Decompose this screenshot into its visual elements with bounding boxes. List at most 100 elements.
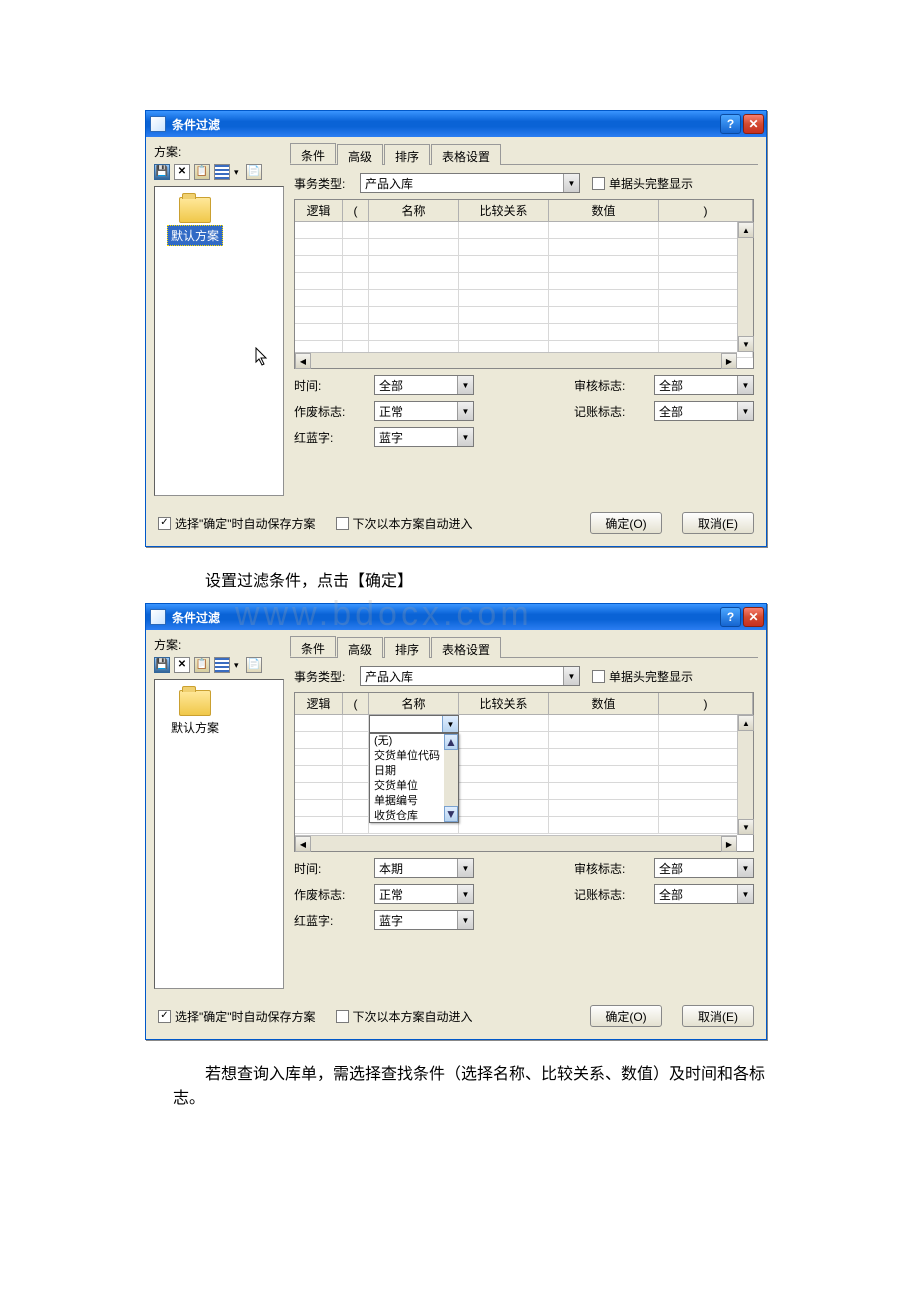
tx-type-combo[interactable]: 产品入库 ▼	[360, 173, 580, 193]
chevron-down-icon[interactable]: ▼	[457, 911, 473, 929]
tab-conditions[interactable]: 条件	[290, 636, 336, 657]
autosave-checkbox[interactable]: ✓	[158, 517, 171, 530]
redblue-combo[interactable]: 蓝字▼	[374, 910, 474, 930]
invalid-combo[interactable]: 正常▼	[374, 401, 474, 421]
help-button[interactable]: ?	[720, 607, 741, 627]
scheme-item-default[interactable]: 默认方案	[165, 197, 225, 246]
col-compare[interactable]: 比较关系	[459, 200, 549, 221]
redblue-combo[interactable]: 蓝字▼	[374, 427, 474, 447]
properties-icon[interactable]: 📄	[246, 164, 262, 180]
full-header-checkbox[interactable]	[592, 177, 605, 190]
audit-combo[interactable]: 全部▼	[654, 375, 754, 395]
close-button[interactable]: ✕	[743, 114, 764, 134]
tab-sort[interactable]: 排序	[384, 637, 430, 658]
col-value[interactable]: 数值	[549, 200, 659, 221]
full-header-checkbox[interactable]	[592, 670, 605, 683]
ok-button[interactable]: 确定(O)	[590, 512, 662, 534]
scheme-list[interactable]: 默认方案	[154, 679, 284, 989]
tx-type-combo[interactable]: 产品入库 ▼	[360, 666, 580, 686]
scroll-down-icon[interactable]: ▼	[444, 806, 458, 822]
dd-item[interactable]: 交货单位代码	[370, 749, 444, 764]
post-combo[interactable]: 全部▼	[654, 401, 754, 421]
grid-rows[interactable]	[295, 222, 753, 368]
scheme-list[interactable]: 默认方案	[154, 186, 284, 496]
chevron-down-icon[interactable]: ▼	[442, 716, 458, 732]
chevron-down-icon[interactable]: ▼	[563, 174, 579, 192]
time-combo[interactable]: 本期▼	[374, 858, 474, 878]
invalid-combo[interactable]: 正常▼	[374, 884, 474, 904]
grid-icon[interactable]	[214, 657, 230, 673]
help-button[interactable]: ?	[720, 114, 741, 134]
col-name[interactable]: 名称	[369, 693, 459, 714]
chevron-down-icon[interactable]: ▼	[457, 428, 473, 446]
dd-item[interactable]: 单据编号	[370, 794, 444, 809]
chevron-down-icon[interactable]: ▼	[737, 885, 753, 903]
dropdown-arrow-icon[interactable]: ▾	[234, 167, 242, 178]
chevron-down-icon[interactable]: ▼	[457, 376, 473, 394]
cancel-button[interactable]: 取消(E)	[682, 512, 754, 534]
scroll-up-icon[interactable]: ▲	[738, 222, 754, 238]
grid-hscroll[interactable]: ◀ ▶	[295, 352, 737, 368]
col-logic[interactable]: 逻辑	[295, 693, 343, 714]
delete-icon[interactable]: ✕	[174, 164, 190, 180]
titlebar[interactable]: 条件过滤 ? ✕	[146, 111, 766, 137]
scroll-right-icon[interactable]: ▶	[721, 836, 737, 852]
chevron-down-icon[interactable]: ▼	[563, 667, 579, 685]
tab-advanced[interactable]: 高级	[337, 637, 383, 658]
col-compare[interactable]: 比较关系	[459, 693, 549, 714]
save-icon[interactable]: 💾	[154, 657, 170, 673]
scroll-left-icon[interactable]: ◀	[295, 836, 311, 852]
post-combo[interactable]: 全部▼	[654, 884, 754, 904]
col-lparen[interactable]: (	[343, 693, 369, 714]
delete-icon[interactable]: ✕	[174, 657, 190, 673]
scheme-item-default[interactable]: 默认方案	[165, 690, 225, 737]
chevron-down-icon[interactable]: ▼	[737, 859, 753, 877]
tab-conditions[interactable]: 条件	[290, 143, 336, 164]
scroll-right-icon[interactable]: ▶	[721, 353, 737, 369]
grid-rows[interactable]: ▼ (无) 交货单位代码 日期 交货单位 单据编号	[295, 715, 753, 851]
scroll-left-icon[interactable]: ◀	[295, 353, 311, 369]
name-dropdown[interactable]: (无) 交货单位代码 日期 交货单位 单据编号 收货仓库 ▲	[369, 733, 459, 823]
col-logic[interactable]: 逻辑	[295, 200, 343, 221]
tab-tablesettings[interactable]: 表格设置	[431, 144, 501, 165]
paste-icon[interactable]: 📋	[194, 164, 210, 180]
col-rparen[interactable]: )	[659, 200, 753, 221]
condition-grid[interactable]: 逻辑 ( 名称 比较关系 数值 )	[294, 692, 754, 852]
scroll-down-icon[interactable]: ▼	[738, 336, 754, 352]
chevron-down-icon[interactable]: ▼	[457, 885, 473, 903]
grid-vscroll[interactable]: ▲ ▼	[737, 715, 753, 835]
grid-vscroll[interactable]: ▲ ▼	[737, 222, 753, 352]
save-icon[interactable]: 💾	[154, 164, 170, 180]
grid-hscroll[interactable]: ◀ ▶	[295, 835, 737, 851]
time-combo[interactable]: 全部▼	[374, 375, 474, 395]
dd-item[interactable]: 交货单位	[370, 779, 444, 794]
col-rparen[interactable]: )	[659, 693, 753, 714]
col-lparen[interactable]: (	[343, 200, 369, 221]
dropdown-arrow-icon[interactable]: ▾	[234, 660, 242, 671]
grid-icon[interactable]	[214, 164, 230, 180]
cancel-button[interactable]: 取消(E)	[682, 1005, 754, 1027]
autosave-checkbox[interactable]: ✓	[158, 1010, 171, 1023]
condition-grid[interactable]: 逻辑 ( 名称 比较关系 数值 )	[294, 199, 754, 369]
col-name[interactable]: 名称	[369, 200, 459, 221]
chevron-down-icon[interactable]: ▼	[457, 859, 473, 877]
scroll-up-icon[interactable]: ▲	[738, 715, 754, 731]
tab-sort[interactable]: 排序	[384, 144, 430, 165]
autoenter-checkbox[interactable]	[336, 517, 349, 530]
chevron-down-icon[interactable]: ▼	[457, 402, 473, 420]
scroll-down-icon[interactable]: ▼	[738, 819, 754, 835]
dd-item[interactable]: (无)	[370, 734, 444, 749]
properties-icon[interactable]: 📄	[246, 657, 262, 673]
dropdown-scrollbar[interactable]: ▲ ▼	[444, 734, 458, 822]
dd-item[interactable]: 收货仓库	[370, 809, 444, 824]
titlebar[interactable]: 条件过滤 ? ✕	[146, 604, 766, 630]
chevron-down-icon[interactable]: ▼	[737, 402, 753, 420]
paste-icon[interactable]: 📋	[194, 657, 210, 673]
tab-tablesettings[interactable]: 表格设置	[431, 637, 501, 658]
ok-button[interactable]: 确定(O)	[590, 1005, 662, 1027]
scroll-up-icon[interactable]: ▲	[444, 734, 458, 750]
chevron-down-icon[interactable]: ▼	[737, 376, 753, 394]
col-value[interactable]: 数值	[549, 693, 659, 714]
dd-item[interactable]: 日期	[370, 764, 444, 779]
name-cell-editor[interactable]: ▼	[369, 715, 459, 733]
